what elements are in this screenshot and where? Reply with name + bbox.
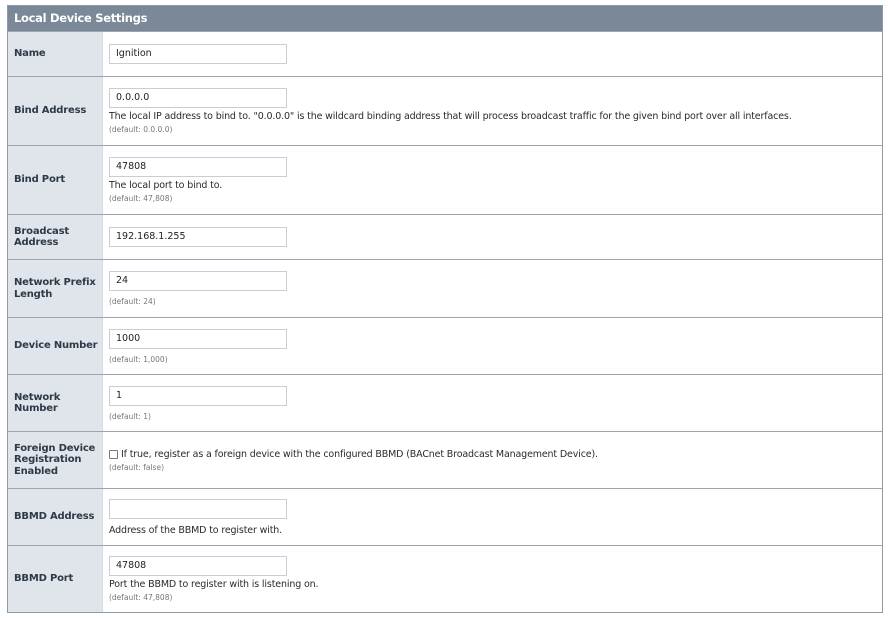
foreign-device-registration-description: If true, register as a foreign device wi… [121, 448, 598, 460]
row-network-number: Network Number 1 (default: 1) [8, 374, 882, 431]
bind-address-default: (default: 0.0.0.0) [109, 125, 173, 134]
name-label: Name [8, 32, 103, 76]
foreign-device-registration-cell: If true, register as a foreign device wi… [103, 432, 882, 488]
network-prefix-length-label: Network Prefix Length [8, 260, 103, 317]
foreign-device-registration-label: Foreign Device Registration Enabled [8, 432, 103, 488]
bbmd-port-cell: 47808 Port the BBMD to register with is … [103, 546, 882, 612]
bbmd-port-description: Port the BBMD to register with is listen… [109, 579, 319, 590]
bind-address-description: The local IP address to bind to. "0.0.0.… [109, 111, 792, 122]
bind-port-input[interactable]: 47808 [109, 157, 287, 177]
bbmd-address-cell: Address of the BBMD to register with. [103, 489, 882, 545]
foreign-device-registration-line: If true, register as a foreign device wi… [109, 449, 882, 460]
row-bind-address: Bind Address 0.0.0.0 The local IP addres… [8, 76, 882, 145]
broadcast-address-label: Broadcast Address [8, 215, 103, 259]
panel-title: Local Device Settings [8, 6, 882, 31]
bbmd-port-default: (default: 47,808) [109, 593, 173, 602]
network-prefix-length-input[interactable]: 24 [109, 271, 287, 291]
row-network-prefix-length: Network Prefix Length 24 (default: 24) [8, 259, 882, 317]
broadcast-address-cell: 192.168.1.255 [103, 215, 882, 259]
name-input[interactable]: Ignition [109, 44, 287, 64]
bind-address-label: Bind Address [8, 77, 103, 145]
row-foreign-device-registration: Foreign Device Registration Enabled If t… [8, 431, 882, 488]
broadcast-address-input[interactable]: 192.168.1.255 [109, 227, 287, 247]
device-number-label: Device Number [8, 318, 103, 374]
row-bind-port: Bind Port 47808 The local port to bind t… [8, 145, 882, 214]
network-prefix-length-cell: 24 (default: 24) [103, 260, 882, 317]
network-number-label: Network Number [8, 375, 103, 431]
device-number-default: (default: 1,000) [109, 354, 168, 364]
bind-address-cell: 0.0.0.0 The local IP address to bind to.… [103, 77, 882, 145]
bind-port-cell: 47808 The local port to bind to. (defaul… [103, 146, 882, 214]
local-device-settings-panel: Local Device Settings Name Ignition Bind… [7, 5, 883, 613]
bbmd-address-description: Address of the BBMD to register with. [109, 524, 283, 536]
network-number-default: (default: 1) [109, 411, 151, 421]
row-bbmd-address: BBMD Address Address of the BBMD to regi… [8, 488, 882, 545]
bbmd-port-input[interactable]: 47808 [109, 556, 287, 576]
row-name: Name Ignition [8, 31, 882, 76]
foreign-device-registration-default: (default: false) [109, 462, 164, 472]
device-number-input[interactable]: 1000 [109, 328, 287, 349]
row-device-number: Device Number 1000 (default: 1,000) [8, 317, 882, 374]
bind-port-label: Bind Port [8, 146, 103, 214]
name-cell: Ignition [103, 32, 882, 76]
bbmd-address-label: BBMD Address [8, 489, 103, 545]
bind-port-description: The local port to bind to. [109, 180, 223, 191]
network-number-input[interactable]: 1 [109, 385, 287, 406]
network-prefix-length-default: (default: 24) [109, 297, 156, 306]
foreign-device-registration-checkbox[interactable] [109, 449, 118, 459]
bind-port-default: (default: 47,808) [109, 194, 173, 203]
row-bbmd-port: BBMD Port 47808 Port the BBMD to registe… [8, 545, 882, 612]
bind-address-input[interactable]: 0.0.0.0 [109, 88, 287, 108]
network-number-cell: 1 (default: 1) [103, 375, 882, 431]
row-broadcast-address: Broadcast Address 192.168.1.255 [8, 214, 882, 259]
bbmd-port-label: BBMD Port [8, 546, 103, 612]
device-number-cell: 1000 (default: 1,000) [103, 318, 882, 374]
bbmd-address-input[interactable] [109, 498, 287, 519]
